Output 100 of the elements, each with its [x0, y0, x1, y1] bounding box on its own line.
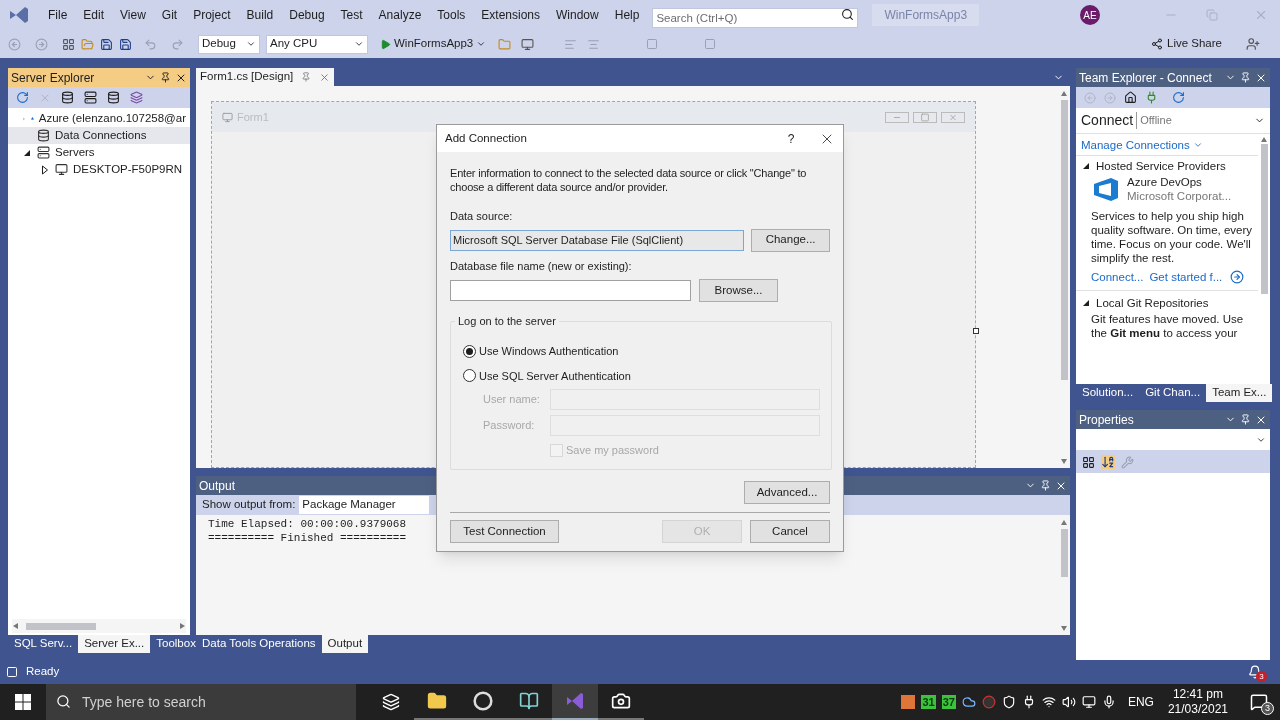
pin-icon[interactable]	[1240, 72, 1251, 83]
clock-date[interactable]: 21/03/2021	[1167, 702, 1228, 717]
manage-connections-link[interactable]: Manage Connections	[1076, 134, 1258, 156]
scroll-thumb[interactable]	[1060, 529, 1068, 577]
cloud-icon[interactable]	[961, 695, 976, 709]
collapse-arrow-icon[interactable]	[1082, 298, 1090, 307]
panel-tab[interactable]: Output	[321, 635, 369, 653]
provider-link[interactable]: Get started f...	[1149, 270, 1223, 284]
monitor-icon[interactable]	[521, 37, 535, 51]
tray-counter[interactable]: 37	[941, 695, 956, 709]
dialog-button[interactable]: Advanced...	[744, 481, 830, 504]
menu-item[interactable]: Git	[153, 6, 186, 24]
output-source-dropdown[interactable]: Package Manager	[299, 496, 430, 514]
expand-arrow-icon[interactable]	[41, 164, 49, 175]
notification-bell-icon[interactable]	[1248, 665, 1262, 679]
configuration-dropdown[interactable]: Debug	[198, 34, 260, 54]
alphabetical-icon[interactable]	[1101, 455, 1115, 469]
infinity-icon[interactable]	[564, 690, 586, 712]
panel-tab[interactable]: Solution...	[1076, 384, 1140, 402]
radio-button[interactable]	[463, 344, 476, 358]
categorized-icon[interactable]	[1082, 455, 1095, 469]
volume-icon[interactable]	[1061, 695, 1076, 709]
data-source-field[interactable]: Microsoft SQL Server Database File (SqlClient)	[450, 229, 745, 251]
language-indicator[interactable]: ENG	[1127, 693, 1154, 711]
taskbar-search-field[interactable]: Type here to search	[46, 684, 356, 720]
scroll-thumb[interactable]	[1060, 100, 1068, 380]
scroll-left-icon[interactable]	[12, 623, 18, 629]
camera-icon[interactable]	[611, 691, 631, 711]
tree-item[interactable]: Azure (elenzano.107258@ar	[8, 110, 190, 127]
record-icon[interactable]	[981, 695, 996, 709]
dialog-button[interactable]: Browse...	[699, 279, 778, 302]
action-center-icon[interactable]	[1250, 693, 1268, 711]
search-field[interactable]: Search (Ctrl+Q)	[652, 8, 859, 28]
tray-app-icon[interactable]	[901, 695, 916, 709]
panel-tab[interactable]: Team Ex...	[1206, 384, 1273, 402]
pin-icon[interactable]	[1240, 414, 1251, 425]
scroll-thumb[interactable]	[26, 622, 96, 630]
menu-item[interactable]: Debug	[281, 6, 333, 24]
scroll-up-icon[interactable]	[1261, 136, 1267, 142]
panel-tab[interactable]: SQL Serv...	[8, 635, 79, 653]
save-icon[interactable]	[100, 37, 113, 51]
menu-item[interactable]: Edit	[75, 6, 113, 24]
save-all-icon[interactable]	[119, 37, 132, 51]
menu-item[interactable]: Project	[185, 6, 239, 24]
display-icon[interactable]	[1081, 695, 1096, 709]
radio-option[interactable]: Use Windows Authentication	[463, 343, 831, 360]
panel-tab[interactable]: Git Chan...	[1139, 384, 1207, 402]
menu-item[interactable]: File	[40, 6, 76, 24]
pin-icon[interactable]	[160, 72, 171, 83]
microphone-icon[interactable]	[1101, 695, 1116, 709]
clock-time[interactable]: 12:41 pm	[1172, 687, 1223, 702]
horizontal-scrollbar[interactable]	[12, 619, 186, 633]
dialog-button[interactable]: Test Connection	[450, 520, 559, 543]
scroll-up-icon[interactable]	[1061, 519, 1067, 525]
menu-item[interactable]: Test	[332, 6, 371, 24]
scroll-up-icon[interactable]	[1061, 90, 1067, 96]
scroll-right-icon[interactable]	[180, 623, 186, 629]
feedback-icon[interactable]	[1246, 37, 1260, 51]
shield-icon[interactable]	[1001, 695, 1016, 709]
dialog-button[interactable]: Cancel	[750, 520, 830, 543]
collapse-arrow-icon[interactable]	[23, 148, 31, 157]
account-avatar[interactable]: AE	[1080, 5, 1100, 25]
scroll-down-icon[interactable]	[1061, 625, 1067, 631]
refresh-icon[interactable]	[16, 91, 29, 104]
home-icon[interactable]	[1124, 91, 1137, 104]
browser-icon[interactable]	[473, 691, 493, 711]
connect-server-icon[interactable]	[84, 91, 97, 104]
menu-item[interactable]: Help	[606, 6, 648, 24]
section-header[interactable]: Local Git Repositories	[1076, 293, 1258, 312]
tree-item[interactable]: Servers	[8, 144, 190, 161]
resize-handle[interactable]	[973, 328, 979, 334]
radio-option[interactable]: Use SQL Server Authentication	[463, 367, 831, 384]
menu-item[interactable]: Build	[238, 6, 282, 24]
menu-item[interactable]: Window	[548, 6, 607, 24]
radio-button[interactable]	[463, 369, 476, 383]
refresh-icon[interactable]	[1172, 91, 1185, 104]
dialog-button[interactable]: Change...	[751, 228, 830, 252]
menu-item[interactable]: Analyze	[370, 6, 430, 24]
plug-icon[interactable]	[1145, 91, 1158, 104]
scroll-down-icon[interactable]	[1061, 458, 1067, 464]
collapse-arrow-icon[interactable]	[1082, 161, 1090, 170]
panel-tab[interactable]: Server Ex...	[78, 635, 151, 653]
help-button[interactable]: ?	[781, 129, 801, 148]
provider-link[interactable]: Connect...	[1091, 270, 1144, 284]
tray-counter[interactable]: 31	[921, 695, 936, 709]
folder-icon[interactable]	[427, 691, 447, 711]
menu-item[interactable]: View	[112, 6, 154, 24]
menu-item[interactable]: Extensions	[473, 6, 549, 24]
pin-icon[interactable]	[1040, 480, 1051, 491]
notebook-icon[interactable]	[519, 691, 539, 711]
platform-dropdown[interactable]: Any CPU	[266, 34, 368, 54]
wifi-icon[interactable]	[1041, 695, 1056, 709]
menu-item[interactable]: Tools	[429, 6, 474, 24]
scroll-thumb[interactable]	[1260, 144, 1268, 294]
section-header[interactable]: Hosted Service Providers	[1076, 156, 1258, 175]
tree-item[interactable]: DESKTOP-F50P9RN	[8, 161, 190, 178]
live-share-button[interactable]: Live Share	[1151, 35, 1222, 53]
connect-database-icon[interactable]	[61, 91, 74, 104]
start-button[interactable]: WinFormsApp3	[380, 35, 487, 53]
file-name-field[interactable]	[450, 280, 691, 301]
